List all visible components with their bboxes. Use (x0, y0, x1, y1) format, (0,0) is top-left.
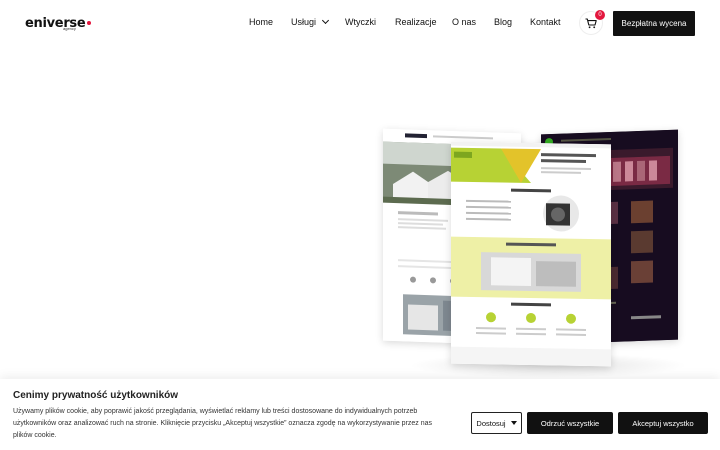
cart-button[interactable]: 0 (579, 10, 605, 35)
cart-icon (585, 17, 597, 28)
nav-item-home[interactable]: Home (249, 17, 273, 27)
main-nav: Home Usługi Wtyczki Realizacje O nas Blo… (0, 16, 720, 31)
free-quote-button[interactable]: Bezpłatna wycena (613, 11, 695, 36)
accept-all-button[interactable]: Akceptuj wszystko (618, 412, 708, 434)
nav-item-o-nas[interactable]: O nas (452, 17, 476, 27)
caret-down-icon (510, 421, 517, 425)
nav-item-blog[interactable]: Blog (494, 17, 512, 27)
chevron-down-icon (321, 16, 330, 25)
customize-button-label: Dostosuj (476, 418, 506, 428)
site-header: eniverse agency Home Usługi Wtyczki Real… (0, 0, 720, 46)
cart-count-badge: 0 (595, 10, 605, 20)
customize-button[interactable]: Dostosuj (471, 412, 522, 434)
reject-all-button[interactable]: Odrzuć wszystkie (527, 412, 613, 434)
nav-item-realizacje[interactable]: Realizacje (395, 17, 437, 27)
nav-item-wtyczki[interactable]: Wtyczki (345, 17, 376, 27)
cookie-banner: Cenimy prywatność użytkowników Używamy p… (0, 379, 720, 450)
nav-item-uslugi-label: Usługi (291, 17, 317, 27)
hero-mockup-image (378, 128, 698, 383)
nav-item-uslugi[interactable]: Usługi (291, 16, 330, 27)
mockup-page-center (451, 141, 611, 367)
cookie-description: Używamy plików cookie, aby poprawić jako… (13, 408, 433, 439)
nav-item-kontakt[interactable]: Kontakt (530, 17, 561, 27)
cookie-title: Cenimy prywatność użytkowników (13, 390, 179, 401)
